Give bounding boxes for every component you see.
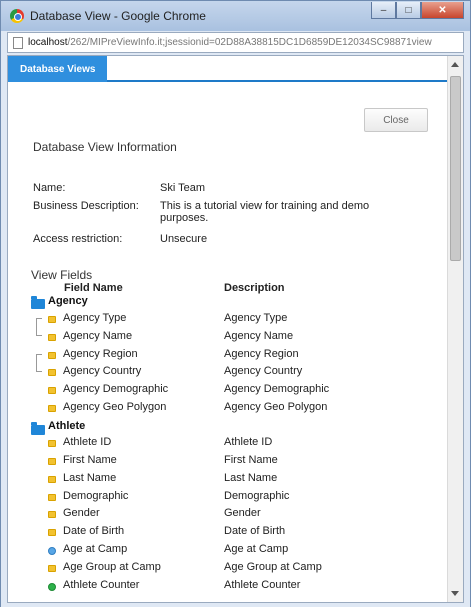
field-name: First Name <box>63 454 117 466</box>
page-content: Database Views Close Database View Infor… <box>7 55 464 603</box>
access-restriction-label: Access restriction: <box>33 233 123 245</box>
url-host: localhost <box>28 37 68 48</box>
attribute-icon <box>48 565 56 572</box>
name-label: Name: <box>33 182 66 194</box>
field-name: Date of Birth <box>63 525 125 537</box>
field-description: Age Group at Camp <box>224 561 322 573</box>
field-description: Agency Geo Polygon <box>224 401 328 413</box>
tab-database-views[interactable]: Database Views <box>8 56 108 82</box>
attribute-icon <box>48 529 56 536</box>
folder-icon <box>31 296 45 309</box>
vertical-scrollbar[interactable] <box>447 56 463 602</box>
business-description-value: This is a tutorial view for training and… <box>160 200 370 224</box>
field-name: Agency Demographic <box>63 383 169 395</box>
attribute-icon <box>48 405 56 412</box>
field-description: Agency Country <box>224 365 303 377</box>
field-name: Athlete Counter <box>63 579 140 591</box>
metric-icon <box>48 547 56 555</box>
group-agency[interactable]: Agency <box>48 295 88 307</box>
field-description: First Name <box>224 454 278 466</box>
field-description: Agency Type <box>224 312 288 324</box>
field-description: Agency Name <box>224 330 294 342</box>
group-athlete[interactable]: Athlete <box>48 420 85 432</box>
attribute-icon <box>48 511 56 518</box>
chrome-logo-icon <box>10 9 24 23</box>
close-button[interactable]: Close <box>364 108 428 132</box>
attribute-icon <box>48 476 56 483</box>
field-description: Agency Region <box>224 348 299 360</box>
scroll-down-icon[interactable] <box>451 591 459 596</box>
field-name: Agency Type <box>63 312 127 324</box>
minimize-button[interactable]: – <box>371 2 396 19</box>
tree-connector <box>36 318 42 336</box>
attribute-icon <box>48 458 56 465</box>
maximize-button[interactable]: □ <box>396 2 421 19</box>
attribute-icon <box>48 334 56 341</box>
url-text[interactable]: localhost/262/MIPreViewInfo.it;jsessioni… <box>28 37 460 48</box>
window-controls: – □ ✕ <box>371 2 464 19</box>
info-section-title: Database View Information <box>33 140 177 154</box>
field-name: Gender <box>63 507 100 519</box>
url-path: /262/MIPreViewInfo.it;jsessionid=02D88A3… <box>67 37 432 48</box>
tree-connector <box>36 354 42 372</box>
field-description: Demographic <box>224 490 290 502</box>
field-description: Date of Birth <box>224 525 286 537</box>
scroll-up-icon[interactable] <box>451 62 459 67</box>
field-name: Last Name <box>63 472 117 484</box>
field-description: Athlete Counter <box>224 579 301 591</box>
name-value: Ski Team <box>160 182 206 194</box>
page-icon <box>13 37 23 49</box>
field-name: Agency Region <box>63 348 138 360</box>
attribute-icon <box>48 369 56 376</box>
access-restriction-value: Unsecure <box>160 233 208 245</box>
attribute-icon <box>48 352 56 359</box>
field-description: Athlete ID <box>224 436 273 448</box>
field-name: Athlete ID <box>63 436 112 448</box>
folder-icon <box>31 422 45 435</box>
field-description: Last Name <box>224 472 278 484</box>
scroll-thumb[interactable] <box>450 76 461 261</box>
business-description-label: Business Description: <box>33 200 139 212</box>
field-name-header: Field Name <box>64 282 123 294</box>
close-window-button[interactable]: ✕ <box>421 2 464 19</box>
field-description: Agency Demographic <box>224 383 330 395</box>
window-title: Database View - Google Chrome <box>30 9 206 23</box>
field-description: Age at Camp <box>224 543 289 555</box>
field-name: Age Group at Camp <box>63 561 161 573</box>
attribute-icon <box>48 440 56 447</box>
field-name: Agency Geo Polygon <box>63 401 167 413</box>
view-fields-title: View Fields <box>31 268 93 282</box>
attribute-icon <box>48 316 56 323</box>
field-name: Demographic <box>63 490 129 502</box>
field-name: Agency Name <box>63 330 133 342</box>
attribute-icon <box>48 494 56 501</box>
address-bar[interactable]: localhost/262/MIPreViewInfo.it;jsessioni… <box>7 32 464 53</box>
browser-window: Database View - Google Chrome – □ ✕ loca… <box>0 0 471 607</box>
counter-icon <box>48 583 56 591</box>
attribute-icon <box>48 387 56 394</box>
field-description: Gender <box>224 507 261 519</box>
field-name: Agency Country <box>63 365 142 377</box>
tab-bar: Database Views <box>8 56 448 82</box>
description-header: Description <box>224 282 285 294</box>
title-bar[interactable]: Database View - Google Chrome – □ ✕ <box>1 1 470 31</box>
field-name: Age at Camp <box>63 543 128 555</box>
